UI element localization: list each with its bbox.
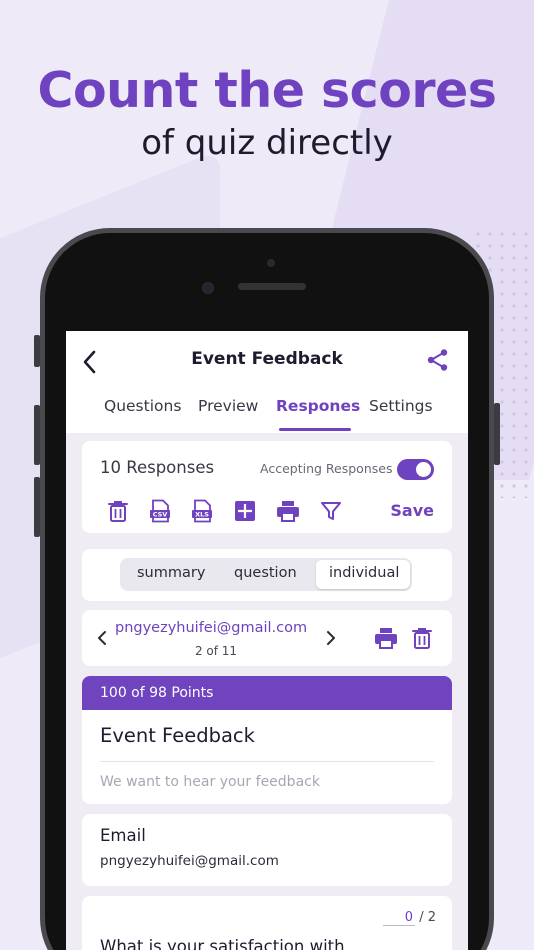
respondent-email: pngyezyhuifei@gmail.com — [115, 620, 308, 636]
tab-settings[interactable]: Settings — [369, 397, 433, 415]
print-icon[interactable] — [276, 499, 300, 523]
phone-side-button — [34, 335, 40, 367]
question-text: What is your satisfaction with — [100, 937, 345, 950]
form-title: Event Feedback — [100, 724, 255, 747]
phone-sensor — [267, 259, 275, 267]
score-earned[interactable]: 0 — [382, 910, 416, 926]
email-answer-card: Email pngyezyhuifei@gmail.com — [82, 814, 452, 886]
print-icon[interactable] — [374, 626, 398, 650]
question-answer-card: 0 / 2 What is your satisfaction with — [82, 896, 452, 950]
promo-headline: Count the scores — [37, 62, 497, 119]
points-banner: 100 of 98 Points — [82, 676, 452, 710]
trash-icon[interactable] — [106, 499, 130, 523]
chevron-right-icon[interactable] — [325, 630, 337, 646]
xls-icon-text: XLS — [195, 511, 209, 519]
tab-responses[interactable]: Respones — [276, 397, 360, 415]
top-bar: Event Feedback Questions Preview Respone… — [66, 331, 468, 433]
active-tab-indicator — [279, 428, 351, 431]
segment-summary[interactable]: summary — [137, 565, 205, 581]
save-button[interactable]: Save — [390, 501, 434, 520]
score-total: / 2 — [419, 910, 436, 925]
form-header-card: 100 of 98 Points Event Feedback We want … — [82, 676, 452, 804]
view-switcher: summary question individual — [120, 558, 412, 591]
promo-subline: of quiz directly — [141, 123, 393, 163]
responses-count: 10 Responses — [100, 458, 215, 477]
segment-question[interactable]: question — [234, 565, 297, 581]
page-title: Event Feedback — [191, 349, 343, 369]
tab-questions[interactable]: Questions — [104, 397, 181, 415]
form-description: We want to hear your feedback — [100, 774, 320, 790]
phone-camera — [202, 282, 214, 294]
segment-individual[interactable]: individual — [329, 565, 399, 581]
field-label: Email — [100, 826, 146, 845]
accepting-toggle[interactable] — [397, 459, 434, 480]
trash-icon[interactable] — [410, 626, 434, 650]
view-switcher-card: summary question individual — [82, 549, 452, 601]
points-text: 100 of 98 Points — [100, 685, 214, 701]
csv-icon[interactable]: CSV — [148, 499, 172, 523]
question-score: 0 / 2 — [382, 910, 436, 926]
toggle-knob — [416, 462, 431, 477]
phone-frame: Event Feedback Questions Preview Respone… — [34, 228, 500, 950]
tab-preview[interactable]: Preview — [198, 397, 258, 415]
share-icon[interactable] — [426, 348, 450, 372]
respondent-navigator: pngyezyhuifei@gmail.com 2 of 11 — [82, 610, 452, 666]
sheet-icon[interactable] — [233, 499, 257, 523]
phone-side-button — [34, 477, 40, 537]
field-value: pngyezyhuifei@gmail.com — [100, 853, 279, 869]
phone-side-button — [34, 405, 40, 465]
xls-icon[interactable]: XLS — [190, 499, 214, 523]
accepting-label: Accepting Responses — [260, 461, 393, 476]
respondent-count: 2 of 11 — [194, 644, 238, 658]
filter-icon[interactable] — [319, 499, 343, 523]
csv-icon-text: CSV — [153, 511, 168, 519]
phone-speaker — [238, 283, 306, 290]
phone-side-button — [494, 403, 500, 465]
divider — [100, 761, 434, 762]
app-screen: Event Feedback Questions Preview Respone… — [66, 331, 468, 950]
tab-bar: Questions Preview Respones Settings — [66, 397, 468, 433]
responses-card: 10 Responses Accepting Responses CSV XLS — [82, 441, 452, 533]
